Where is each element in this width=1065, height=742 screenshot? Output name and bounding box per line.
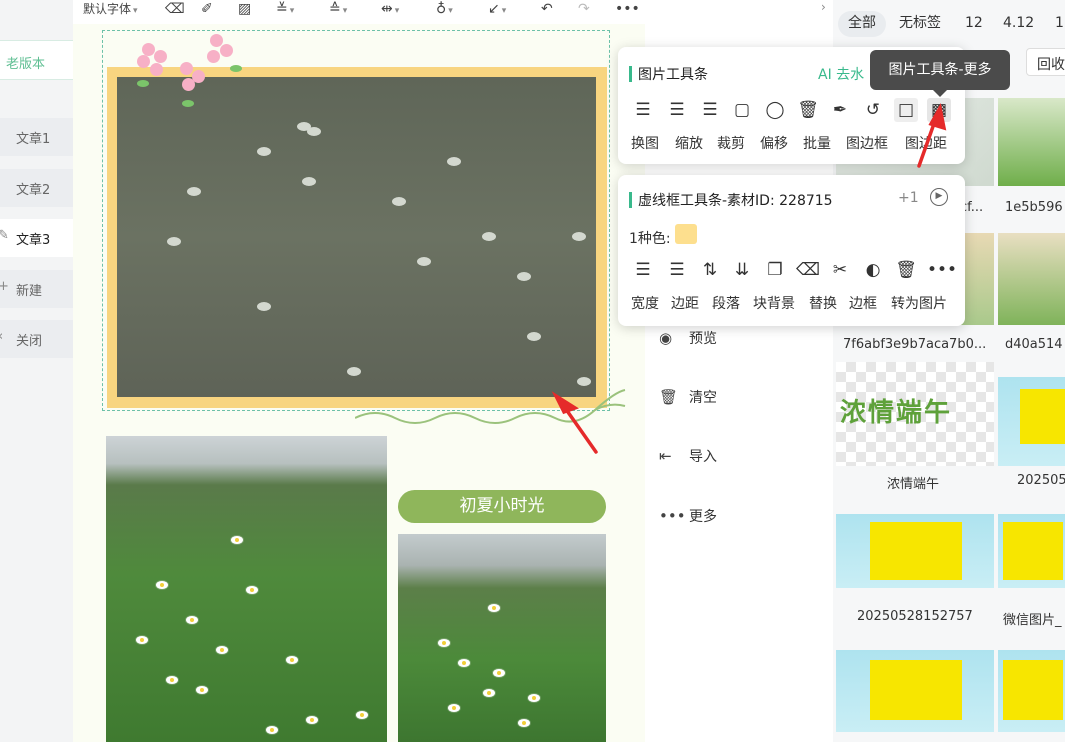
annotation-arrows <box>551 103 947 454</box>
